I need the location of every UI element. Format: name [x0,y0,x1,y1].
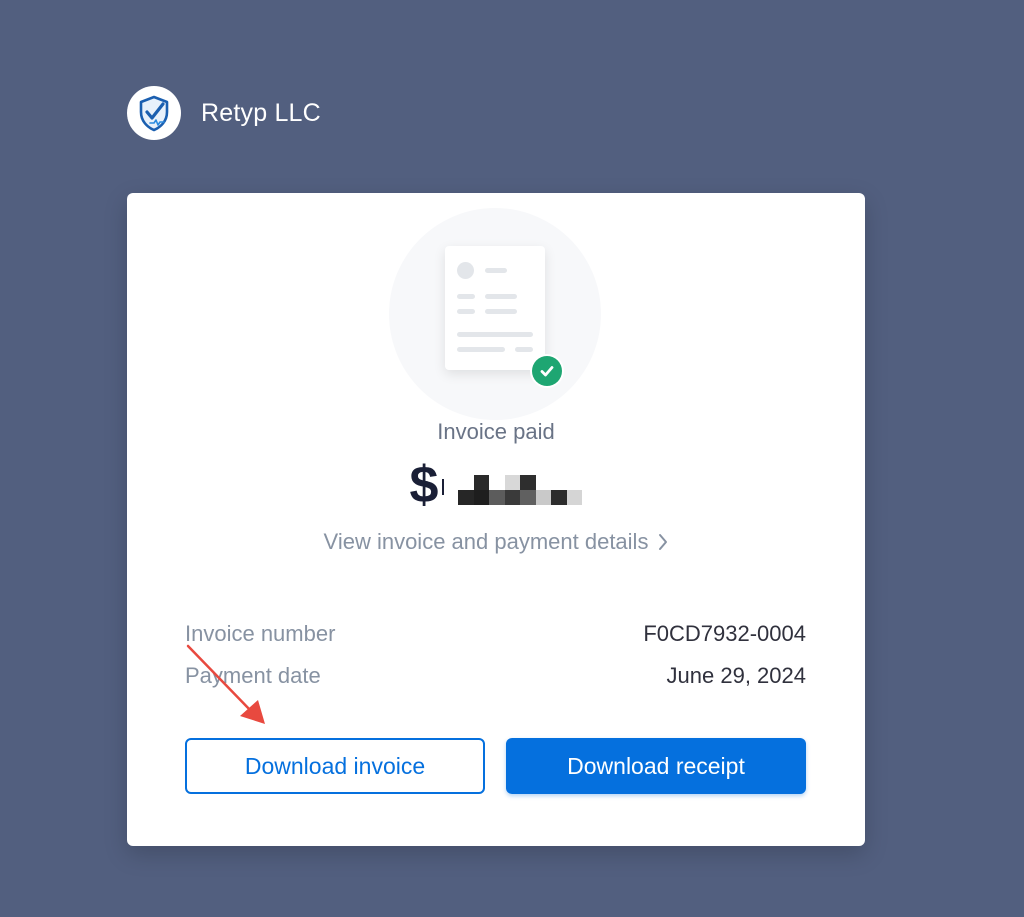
paid-check-icon [530,354,564,388]
invoice-number-label: Invoice number [185,621,336,646]
payment-date-label: Payment date [185,663,321,688]
shield-check-icon [139,95,169,132]
download-receipt-button[interactable]: Download receipt [506,738,806,794]
view-details-link[interactable]: View invoice and payment details [127,529,865,557]
invoice-document-icon [445,246,545,370]
merchant-header: Retyp LLC [127,86,321,140]
invoice-card: Invoice paid $ View invoice and payment … [127,193,865,846]
amount-cursor [442,479,445,495]
amount-currency: $ [409,456,439,514]
download-invoice-button[interactable]: Download invoice [185,738,485,794]
payment-date-value: June 29, 2024 [666,663,806,688]
invoice-amount: $ [127,455,865,515]
payment-status: Invoice paid [437,419,555,444]
payment-date-row: Payment date June 29, 2024 [185,663,806,689]
invoice-number-value: F0CD7932-0004 [643,621,806,646]
invoice-number-row: Invoice number F0CD7932-0004 [185,621,806,647]
chevron-right-icon [658,531,668,557]
view-details-label: View invoice and payment details [323,529,649,554]
redacted-amount [458,475,583,505]
merchant-name: Retyp LLC [201,98,321,127]
merchant-logo [127,86,181,140]
